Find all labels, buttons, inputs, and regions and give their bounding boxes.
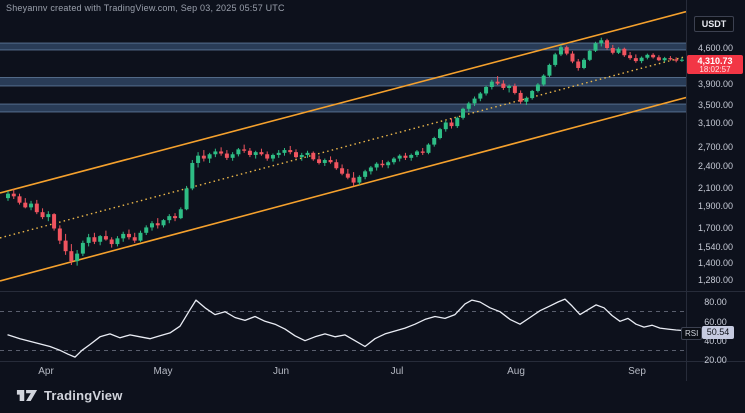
rsi-tick-label: 80.00 (686, 297, 745, 307)
tradingview-chart: Sheyannv created with TradingView.com, S… (0, 0, 745, 413)
tradingview-logo[interactable]: TradingView (16, 388, 123, 403)
sr-zone (0, 78, 686, 86)
rsi-name-chip: RSI (681, 327, 702, 340)
attribution-text: Sheyannv created with TradingView.com, S… (6, 3, 285, 13)
price-tick-label: 2,700.00 (686, 142, 745, 152)
symbol-badge: USDT (694, 16, 734, 32)
price-tick-label: 2,100.00 (686, 183, 745, 193)
rsi-pane[interactable] (0, 291, 686, 361)
rsi-line (8, 299, 683, 357)
time-tick-label: May (154, 366, 173, 377)
time-tick-label: Sep (628, 366, 646, 377)
bar-countdown: 18:02:57 (687, 66, 743, 74)
pane-separator (0, 291, 745, 292)
time-tick-label: Aug (507, 366, 525, 377)
channel-lower-line[interactable] (0, 98, 686, 281)
rsi-tick-label: 20.00 (686, 355, 745, 365)
price-tick-label: 2,400.00 (686, 161, 745, 171)
price-tick-label: 3,900.00 (686, 79, 745, 89)
price-tick-label: 1,280.00 (686, 275, 745, 285)
price-tick-label: 3,500.00 (686, 100, 745, 110)
price-tick-label: 1,540.00 (686, 242, 745, 252)
sr-zone (0, 43, 686, 50)
price-tick-label: 1,900.00 (686, 201, 745, 211)
price-tick-label: 1,400.00 (686, 258, 745, 268)
price-tick-label: 4,600.00 (686, 43, 745, 53)
tradingview-logo-icon (16, 388, 38, 403)
time-tick-label: Apr (38, 366, 54, 377)
time-tick-label: Jun (273, 366, 289, 377)
sr-zone (0, 104, 686, 112)
price-pane[interactable] (0, 0, 686, 291)
channel-upper-line[interactable] (0, 12, 686, 193)
time-axis-separator (0, 361, 745, 362)
price-tick-label: 1,700.00 (686, 223, 745, 233)
tradingview-logo-text: TradingView (44, 388, 123, 403)
price-tick-label: 3,100.00 (686, 118, 745, 128)
time-tick-label: Jul (391, 366, 404, 377)
rsi-value-chip: 50.54 (702, 326, 734, 339)
last-price-badge: 4,310.73 18:02:57 (687, 55, 743, 74)
candles-layer[interactable] (6, 38, 684, 266)
